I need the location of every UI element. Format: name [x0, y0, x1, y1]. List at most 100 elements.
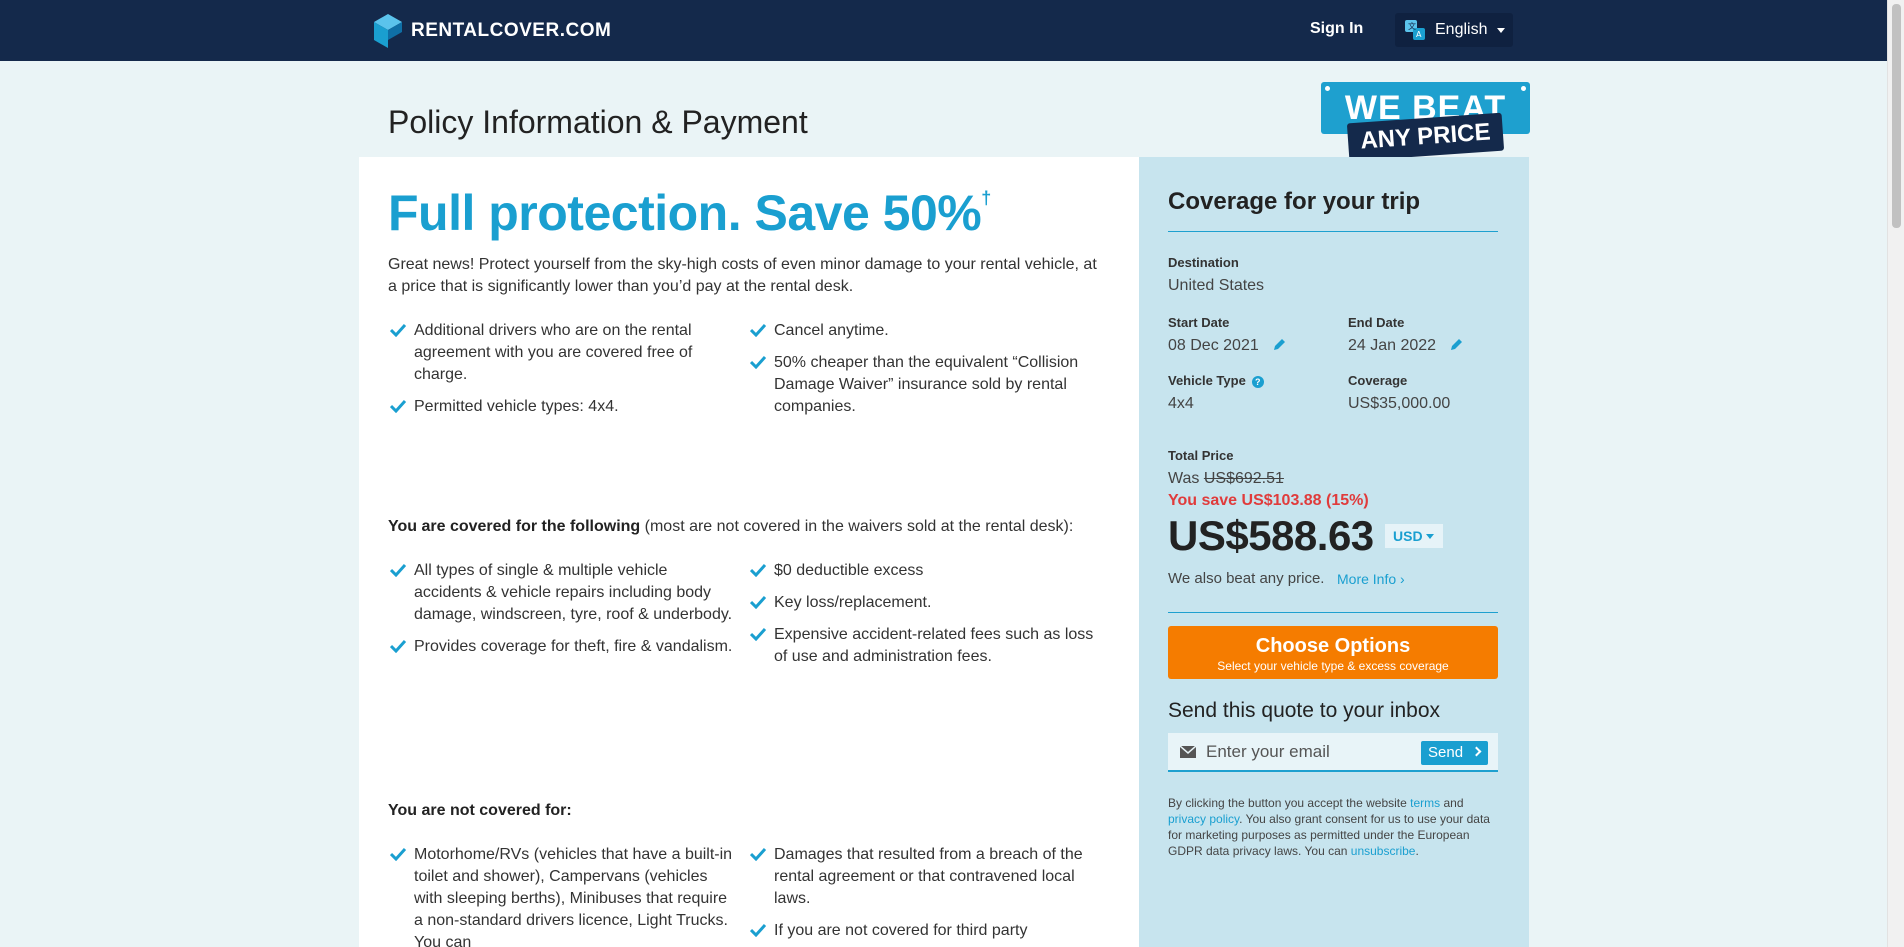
logo[interactable]: RENTALCOVER.COM — [374, 14, 611, 48]
was-price: Was US$692.51 — [1168, 470, 1284, 488]
list-item-text: $0 deductible excess — [774, 562, 924, 579]
legal-text-part: and — [1440, 796, 1464, 810]
check-icon — [750, 563, 766, 577]
divider — [1168, 612, 1498, 613]
dagger-footnote-mark: † — [981, 188, 991, 209]
list-item-text: 50% cheaper than the equivalent “Collisi… — [774, 354, 1079, 415]
unsubscribe-link[interactable]: unsubscribe — [1351, 844, 1416, 858]
coverage-amount-value: US$35,000.00 — [1348, 395, 1451, 412]
logo-cube-icon — [374, 14, 402, 48]
list-item-text: Expensive accident-related fees such as … — [774, 626, 1094, 665]
not-covered-left-list: Motorhome/RVs (vehicles that have a buil… — [388, 844, 738, 947]
svg-text:文: 文 — [1408, 21, 1416, 31]
start-date-text: 08 Dec 2021 — [1168, 337, 1259, 354]
list-item: Additional drivers who are on the rental… — [388, 320, 738, 386]
destination-value: United States — [1168, 277, 1265, 294]
total-price-label: Total Price — [1168, 448, 1234, 463]
privacy-policy-link[interactable]: privacy policy — [1168, 812, 1239, 826]
check-icon — [390, 847, 406, 861]
list-item-text: Provides coverage for theft, fire & vand… — [414, 638, 733, 655]
chevron-down-icon — [1497, 27, 1506, 33]
list-item-text: Key loss/replacement. — [774, 594, 932, 611]
end-date-label: End Date — [1348, 315, 1405, 330]
email-form: Send — [1168, 733, 1498, 772]
benefits-left-list: Additional drivers who are on the rental… — [388, 320, 738, 428]
chevron-right-icon — [1471, 746, 1482, 757]
not-covered-heading: You are not covered for: — [388, 800, 1108, 822]
top-navbar: RENTALCOVER.COM Sign In 文 A English — [0, 0, 1904, 61]
list-item-text: Damages that resulted from a breach of t… — [774, 846, 1083, 907]
list-item: If you are not covered for third party — [748, 920, 1098, 942]
send-button[interactable]: Send — [1421, 741, 1488, 765]
list-item: Key loss/replacement. — [748, 592, 1098, 614]
list-item-text: Motorhome/RVs (vehicles that have a buil… — [414, 846, 733, 947]
send-button-label: Send — [1428, 744, 1464, 761]
legal-text: By clicking the button you accept the we… — [1168, 795, 1504, 859]
check-icon — [750, 355, 766, 369]
vehicle-type-label-text: Vehicle Type — [1168, 373, 1246, 388]
covered-heading: You are covered for the following (most … — [388, 516, 1108, 538]
check-icon — [390, 399, 406, 413]
choose-options-button[interactable]: Choose Options Select your vehicle type … — [1168, 626, 1498, 679]
scrollbar-thumb[interactable] — [1892, 4, 1901, 228]
check-icon — [390, 639, 406, 653]
check-icon — [750, 323, 766, 337]
check-icon — [750, 923, 766, 937]
divider — [1168, 231, 1498, 232]
hero-headline: Full protection. Save 50%† — [388, 184, 991, 242]
list-item-text: If you are not covered for third party — [774, 922, 1028, 939]
start-date-value[interactable]: 08 Dec 2021 — [1168, 337, 1286, 355]
list-item: Expensive accident-related fees such as … — [748, 624, 1098, 668]
end-date-text: 24 Jan 2022 — [1348, 337, 1437, 354]
check-icon — [750, 847, 766, 861]
help-icon[interactable]: ? — [1251, 376, 1264, 388]
legal-text-part: By clicking the button you accept the we… — [1168, 796, 1411, 810]
was-prefix: Was — [1168, 470, 1204, 487]
covered-heading-bold: You are covered for the following — [388, 518, 641, 535]
check-icon — [750, 627, 766, 641]
choose-options-title: Choose Options — [1255, 635, 1411, 657]
list-item-text: Permitted vehicle types: 4x4. — [414, 398, 619, 415]
more-info-link[interactable]: More Info › — [1337, 571, 1405, 587]
check-icon — [390, 323, 406, 337]
page-title: Policy Information & Payment — [388, 104, 808, 140]
was-price-value: US$692.51 — [1203, 470, 1284, 487]
list-item: $0 deductible excess — [748, 560, 1098, 582]
chevron-down-icon — [1425, 534, 1434, 539]
we-beat-any-price-badge: WE BEAT ANY PRICE — [1321, 82, 1530, 162]
beat-any-price-text: We also beat any price. — [1168, 570, 1325, 587]
vehicle-type-label: Vehicle Type? — [1168, 373, 1264, 388]
sign-in-link[interactable]: Sign In — [1310, 20, 1363, 38]
logo-text: RENTALCOVER.COM — [411, 20, 612, 41]
list-item: 50% cheaper than the equivalent “Collisi… — [748, 352, 1098, 418]
list-item: Motorhome/RVs (vehicles that have a buil… — [388, 844, 738, 947]
destination-label: Destination — [1168, 255, 1239, 270]
hero-headline-text: Full protection. Save 50% — [388, 185, 982, 241]
covered-heading-rest: (most are not covered in the waivers sol… — [640, 518, 1074, 535]
vehicle-type-value: 4x4 — [1168, 395, 1194, 412]
list-item-text: All types of single & multiple vehicle a… — [414, 562, 733, 623]
list-item: Cancel anytime. — [748, 320, 1098, 342]
check-icon — [750, 595, 766, 609]
currency-label: USD — [1393, 528, 1423, 544]
pencil-edit-icon[interactable] — [1273, 338, 1286, 351]
terms-link[interactable]: terms — [1410, 796, 1440, 810]
choose-options-subtitle: Select your vehicle type & excess covera… — [1217, 659, 1449, 673]
email-input[interactable] — [1206, 739, 1406, 765]
language-label: English — [1435, 21, 1488, 38]
not-covered-heading-text: You are not covered for: — [388, 802, 572, 819]
translate-icon: 文 A — [1405, 20, 1425, 40]
not-covered-right-list: Damages that resulted from a breach of t… — [748, 844, 1098, 947]
list-item: Provides coverage for theft, fire & vand… — [388, 636, 738, 658]
end-date-value[interactable]: 24 Jan 2022 — [1348, 337, 1463, 355]
total-price: US$588.63 — [1168, 512, 1374, 559]
benefits-right-list: Cancel anytime. 50% cheaper than the equ… — [748, 320, 1098, 428]
list-item: Damages that resulted from a breach of t… — [748, 844, 1098, 910]
list-item-text: Additional drivers who are on the rental… — [414, 322, 693, 383]
covered-left-list: All types of single & multiple vehicle a… — [388, 560, 738, 668]
send-quote-heading: Send this quote to your inbox — [1168, 699, 1441, 722]
currency-selector[interactable]: USD — [1385, 524, 1443, 548]
language-selector[interactable]: 文 A English — [1395, 13, 1513, 47]
pencil-edit-icon[interactable] — [1450, 338, 1463, 351]
vertical-scrollbar[interactable] — [1887, 0, 1904, 947]
